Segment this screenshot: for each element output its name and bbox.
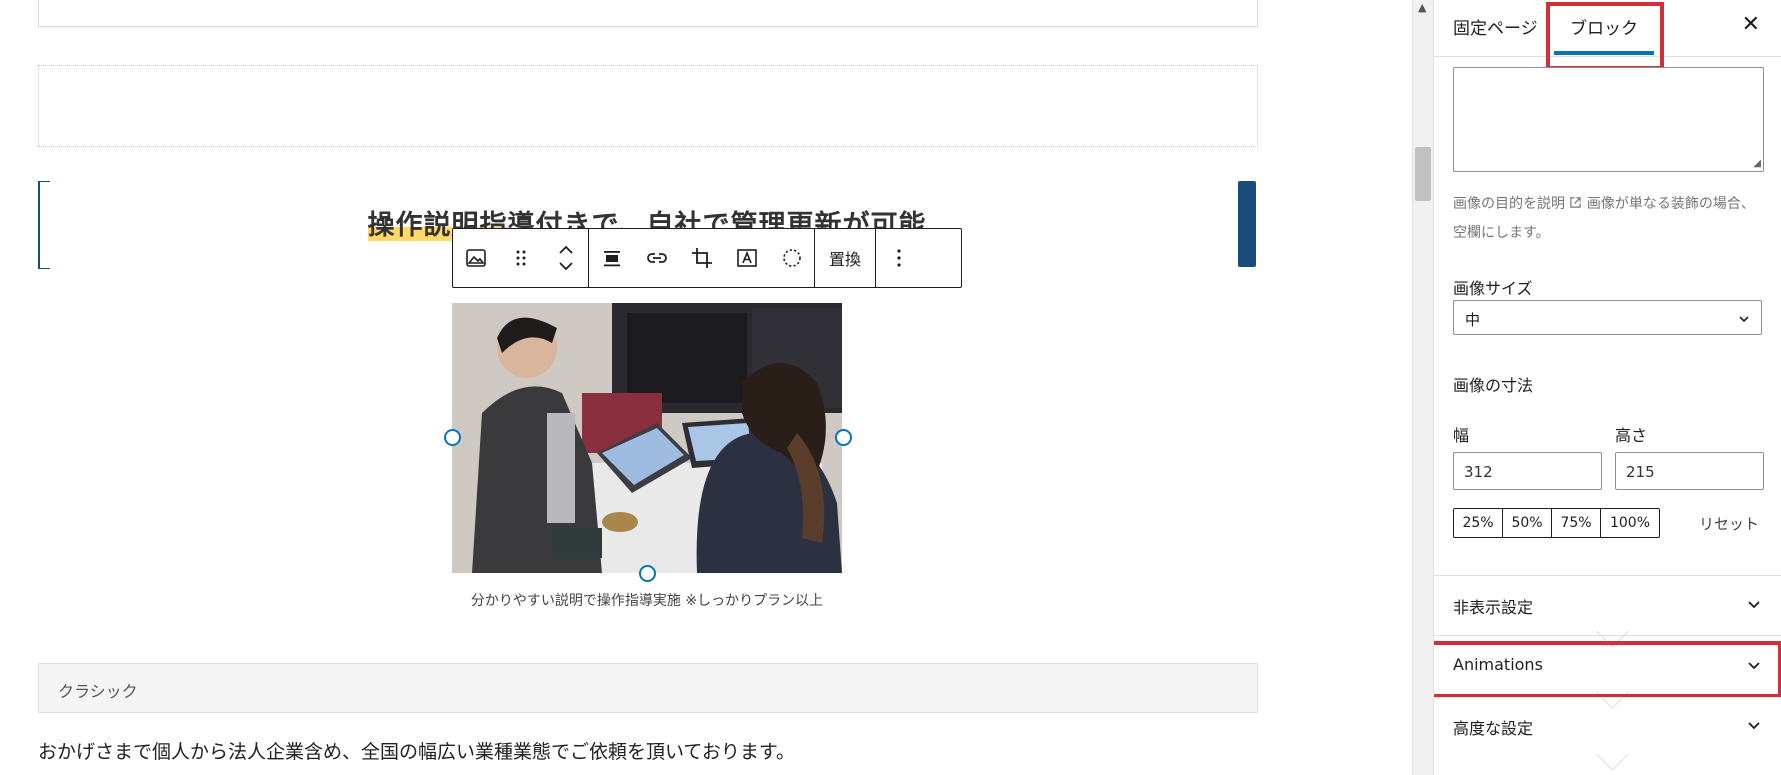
- sidebar-tabs: 固定ページ ブロック ✕: [1434, 0, 1781, 70]
- scroll-up-arrow-icon[interactable]: ▲: [1418, 1, 1426, 14]
- percent-100-button[interactable]: 100%: [1601, 509, 1659, 537]
- image-size-label: 画像サイズ: [1453, 279, 1533, 298]
- scrollbar-thumb[interactable]: [1415, 147, 1431, 201]
- editor-scrollbar[interactable]: ▲: [1412, 0, 1434, 775]
- image-caption[interactable]: 分かりやすい説明で操作指導実施 ※しっかりプラン以上: [452, 590, 842, 610]
- faded-chevron-icon: [1596, 738, 1629, 771]
- replace-button[interactable]: 置換: [815, 230, 875, 286]
- highlight-box-block-tab: [1546, 2, 1664, 70]
- crop-icon[interactable]: [679, 230, 724, 286]
- resize-handle-right[interactable]: [835, 429, 852, 446]
- percent-25-button[interactable]: 25%: [1454, 509, 1503, 537]
- height-input[interactable]: 215: [1615, 452, 1764, 490]
- reset-button[interactable]: リセット: [1699, 513, 1759, 534]
- chevron-down-icon[interactable]: [1746, 717, 1762, 737]
- text-overlay-icon[interactable]: [724, 230, 769, 286]
- link-icon[interactable]: [634, 230, 679, 286]
- toolbar-group-replace: 置換: [815, 229, 877, 287]
- resize-handle-left[interactable]: [444, 429, 461, 446]
- external-link-icon: [1569, 196, 1586, 212]
- height-label: 高さ: [1615, 426, 1648, 445]
- percent-button-group: 25% 50% 75% 100%: [1453, 508, 1660, 538]
- alt-help-link[interactable]: 画像の目的を説明: [1453, 196, 1565, 212]
- alt-text-textarea[interactable]: ◢: [1453, 67, 1764, 172]
- image-dimensions-label: 画像の寸法: [1453, 376, 1534, 395]
- settings-sidebar: 固定ページ ブロック ✕ ◢ 画像の目的を説明 画像が単なる装飾の場合、空欄にし…: [1433, 0, 1781, 775]
- percent-50-button[interactable]: 50%: [1503, 509, 1552, 537]
- divider: [1434, 635, 1781, 636]
- image-size-value: 中: [1465, 311, 1481, 329]
- classic-block-label: クラシック: [58, 682, 138, 701]
- divider: [1434, 697, 1781, 698]
- percent-75-button[interactable]: 75%: [1552, 509, 1601, 537]
- empty-block[interactable]: [38, 65, 1258, 147]
- toolbar-group-block: [453, 229, 589, 287]
- alt-text-help: 画像の目的を説明 画像が単なる装飾の場合、空欄にします。: [1453, 190, 1763, 248]
- image-block[interactable]: [444, 303, 852, 582]
- image-icon[interactable]: [453, 230, 498, 286]
- resize-handle-bottom[interactable]: [639, 565, 656, 582]
- chevron-down-icon[interactable]: [1746, 596, 1762, 616]
- duotone-icon[interactable]: [769, 230, 814, 286]
- divider: [1434, 575, 1781, 576]
- width-label: 幅: [1453, 426, 1470, 445]
- panel-visibility-title[interactable]: 非表示設定: [1453, 594, 1533, 618]
- highlight-box-animations: [1434, 641, 1781, 698]
- move-up-down-icon[interactable]: [543, 230, 588, 286]
- drag-handle-icon[interactable]: [498, 230, 543, 286]
- classic-block[interactable]: クラシック: [38, 663, 1258, 713]
- image-size-select[interactable]: 中: [1453, 300, 1762, 335]
- chevron-down-icon: [1737, 306, 1751, 330]
- width-input[interactable]: 312: [1453, 452, 1602, 490]
- previous-block[interactable]: [38, 0, 1258, 27]
- align-icon[interactable]: [589, 230, 634, 286]
- resize-grip-icon[interactable]: ◢: [1753, 158, 1761, 169]
- more-options-icon[interactable]: [876, 230, 921, 286]
- tab-page[interactable]: 固定ページ: [1453, 14, 1538, 39]
- block-toolbar: 置換: [452, 228, 962, 288]
- toolbar-group-more: [876, 229, 921, 287]
- close-icon[interactable]: ✕: [1742, 12, 1760, 37]
- editor-canvas: 操作説明指導付きで、自社で管理更新が可能 置換 分かりやすい説明で操作指導実施 …: [0, 0, 1412, 775]
- office-photo: [452, 303, 842, 573]
- panel-advanced-title[interactable]: 高度な設定: [1453, 715, 1533, 739]
- toolbar-group-tools: [589, 229, 815, 287]
- paragraph-text[interactable]: おかげさまで個人から法人企業含め、全国の幅広い業種業態でご依頼を頂いております。: [38, 737, 795, 764]
